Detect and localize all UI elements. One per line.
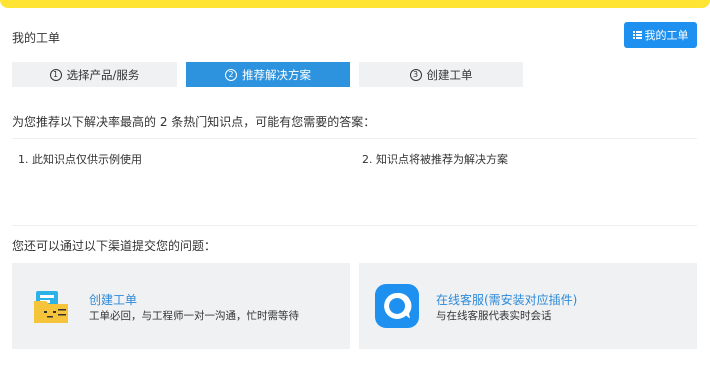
online-service-title[interactable]: 在线客服(需安装对应插件) [436,291,577,308]
my-tickets-label: 我的工单 [644,29,689,42]
recommend-intro: 为您推荐以下解决率最高的 2 条热门知识点，可能有您需要的答案： [12,115,376,129]
step-select-product[interactable]: 1 选择产品/服务 [12,62,177,87]
online-service-card[interactable]: 在线客服(需安装对应插件) 与在线客服代表实时会话 [359,263,697,349]
step-label: 创建工单 [426,67,473,82]
step-label: 选择产品/服务 [66,67,140,82]
step-number: 1 [49,68,62,81]
step-number: 2 [225,68,237,81]
step-create-ticket[interactable]: 3 创建工单 [359,62,523,87]
chat-bubble-icon [375,284,419,328]
divider [12,225,697,226]
step-recommend-solution[interactable]: 2 推荐解决方案 [186,62,350,87]
step-number: 3 [409,68,422,81]
create-ticket-title[interactable]: 创建工单 [89,291,137,308]
create-ticket-card[interactable]: 创建工单 工单必回，与工程师一对一沟通，忙时需等待 [12,263,350,349]
my-tickets-button[interactable]: 我的工单 [624,22,697,48]
step-label: 推荐解决方案 [242,67,311,82]
divider [12,138,697,139]
kb-item[interactable]: 1. 此知识点仅供示例使用 [18,151,142,167]
top-accent-bar [0,0,710,8]
grid-icon [632,31,642,39]
online-service-desc: 与在线客服代表实时会话 [436,310,552,322]
kb-item[interactable]: 2. 知识点将被推荐为解决方案 [362,151,508,167]
ticket-folder-icon [34,291,68,323]
page-title: 我的工单 [12,31,61,45]
channels-intro: 您还可以通过以下渠道提交您的问题： [12,239,217,253]
create-ticket-desc: 工单必回，与工程师一对一沟通，忙时需等待 [89,310,299,322]
